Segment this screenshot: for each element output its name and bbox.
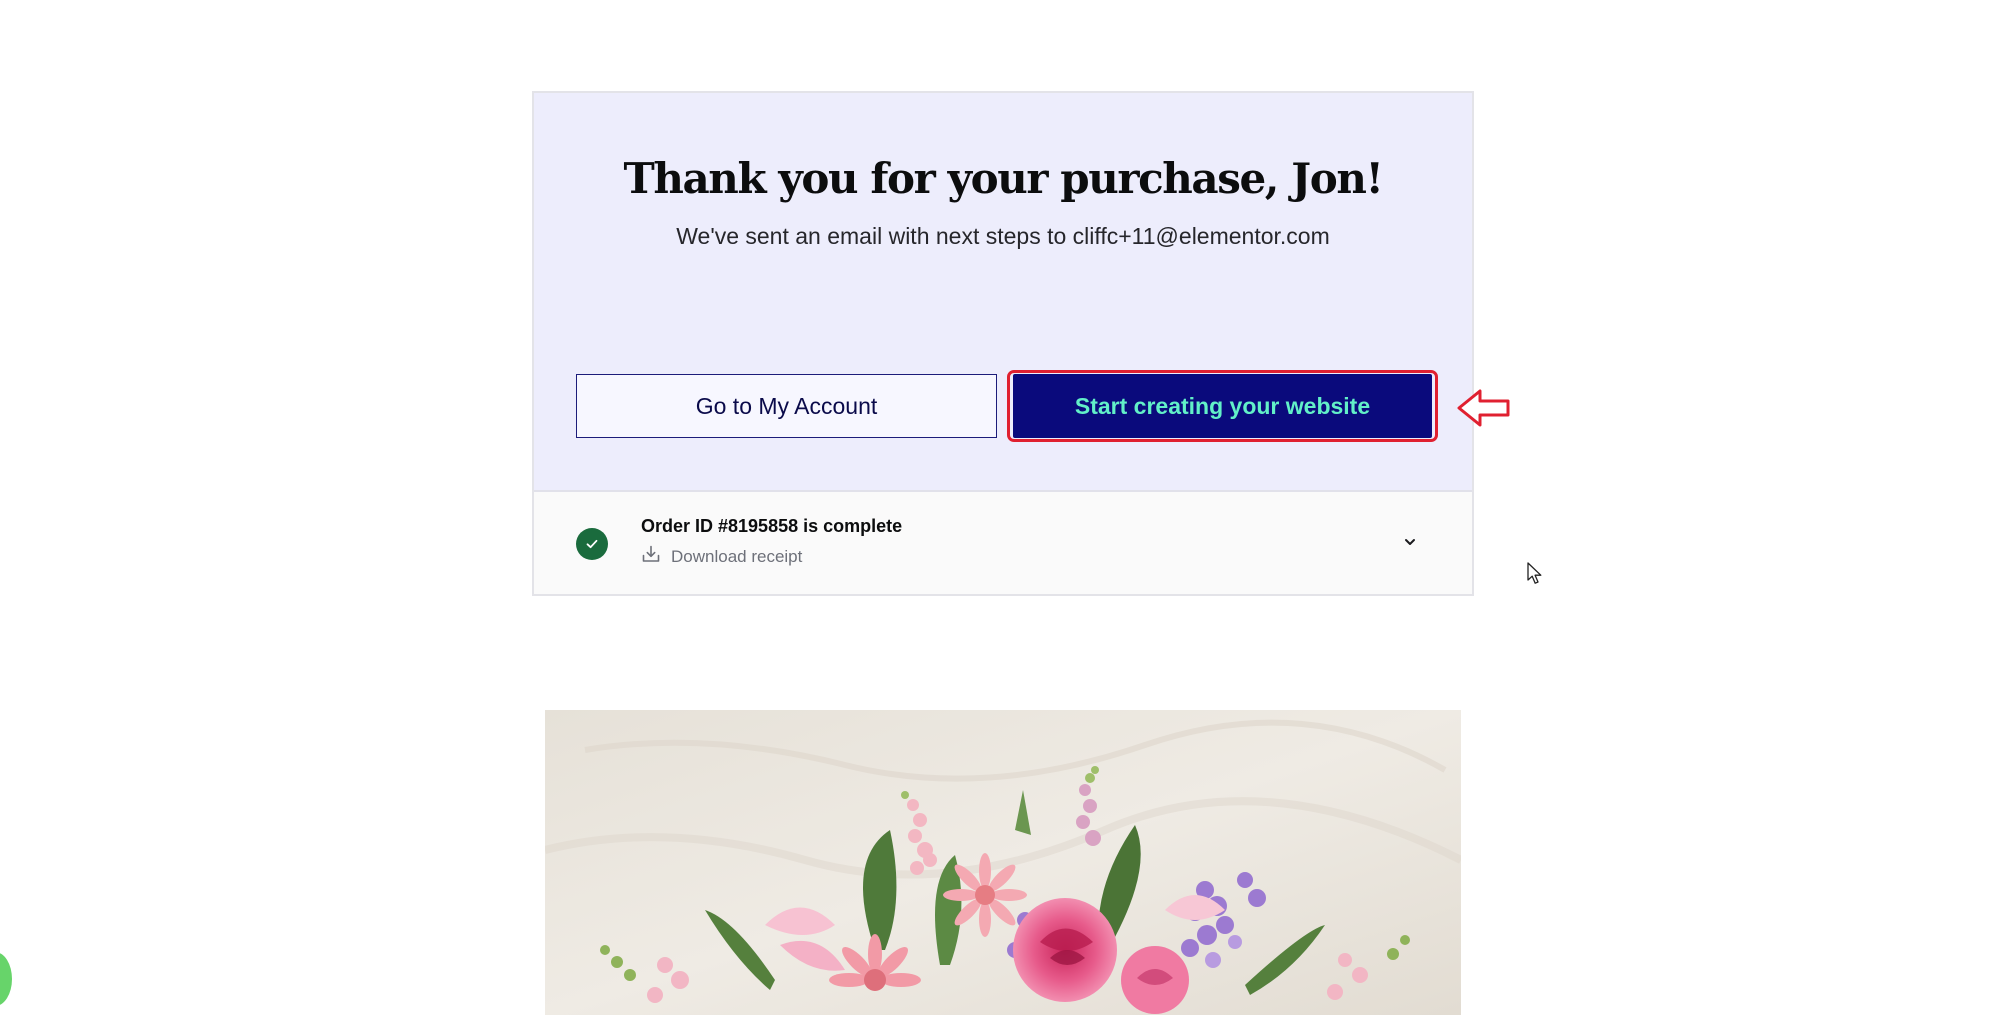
go-to-my-account-button[interactable]: Go to My Account (576, 374, 997, 438)
download-icon (641, 544, 661, 569)
start-creating-website-button[interactable]: Start creating your website (1013, 374, 1432, 438)
confirmation-header: Thank you for your purchase, Jon! We've … (534, 93, 1472, 492)
mouse-pointer-icon (1526, 561, 1544, 592)
email-notice: We've sent an email with next steps to c… (676, 223, 1330, 249)
chevron-down-icon[interactable] (1398, 530, 1422, 554)
order-status-row: Order ID #8195858 is complete Download r… (534, 492, 1472, 594)
left-arrow-icon (1456, 386, 1512, 435)
page-title: Thank you for your purchase, Jon! (623, 154, 1384, 203)
check-circle-icon (576, 528, 608, 560)
flower-bouquet-image (545, 710, 1461, 1015)
download-receipt-link[interactable]: Download receipt (641, 544, 802, 569)
page: Thank you for your purchase, Jon! We've … (0, 0, 1999, 1015)
order-status-text: Order ID #8195858 is complete (641, 516, 903, 536)
order-confirmation-card: Thank you for your purchase, Jon! We've … (532, 91, 1474, 596)
chat-widget-button[interactable] (0, 952, 12, 1006)
download-receipt-label: Download receipt (671, 546, 803, 566)
